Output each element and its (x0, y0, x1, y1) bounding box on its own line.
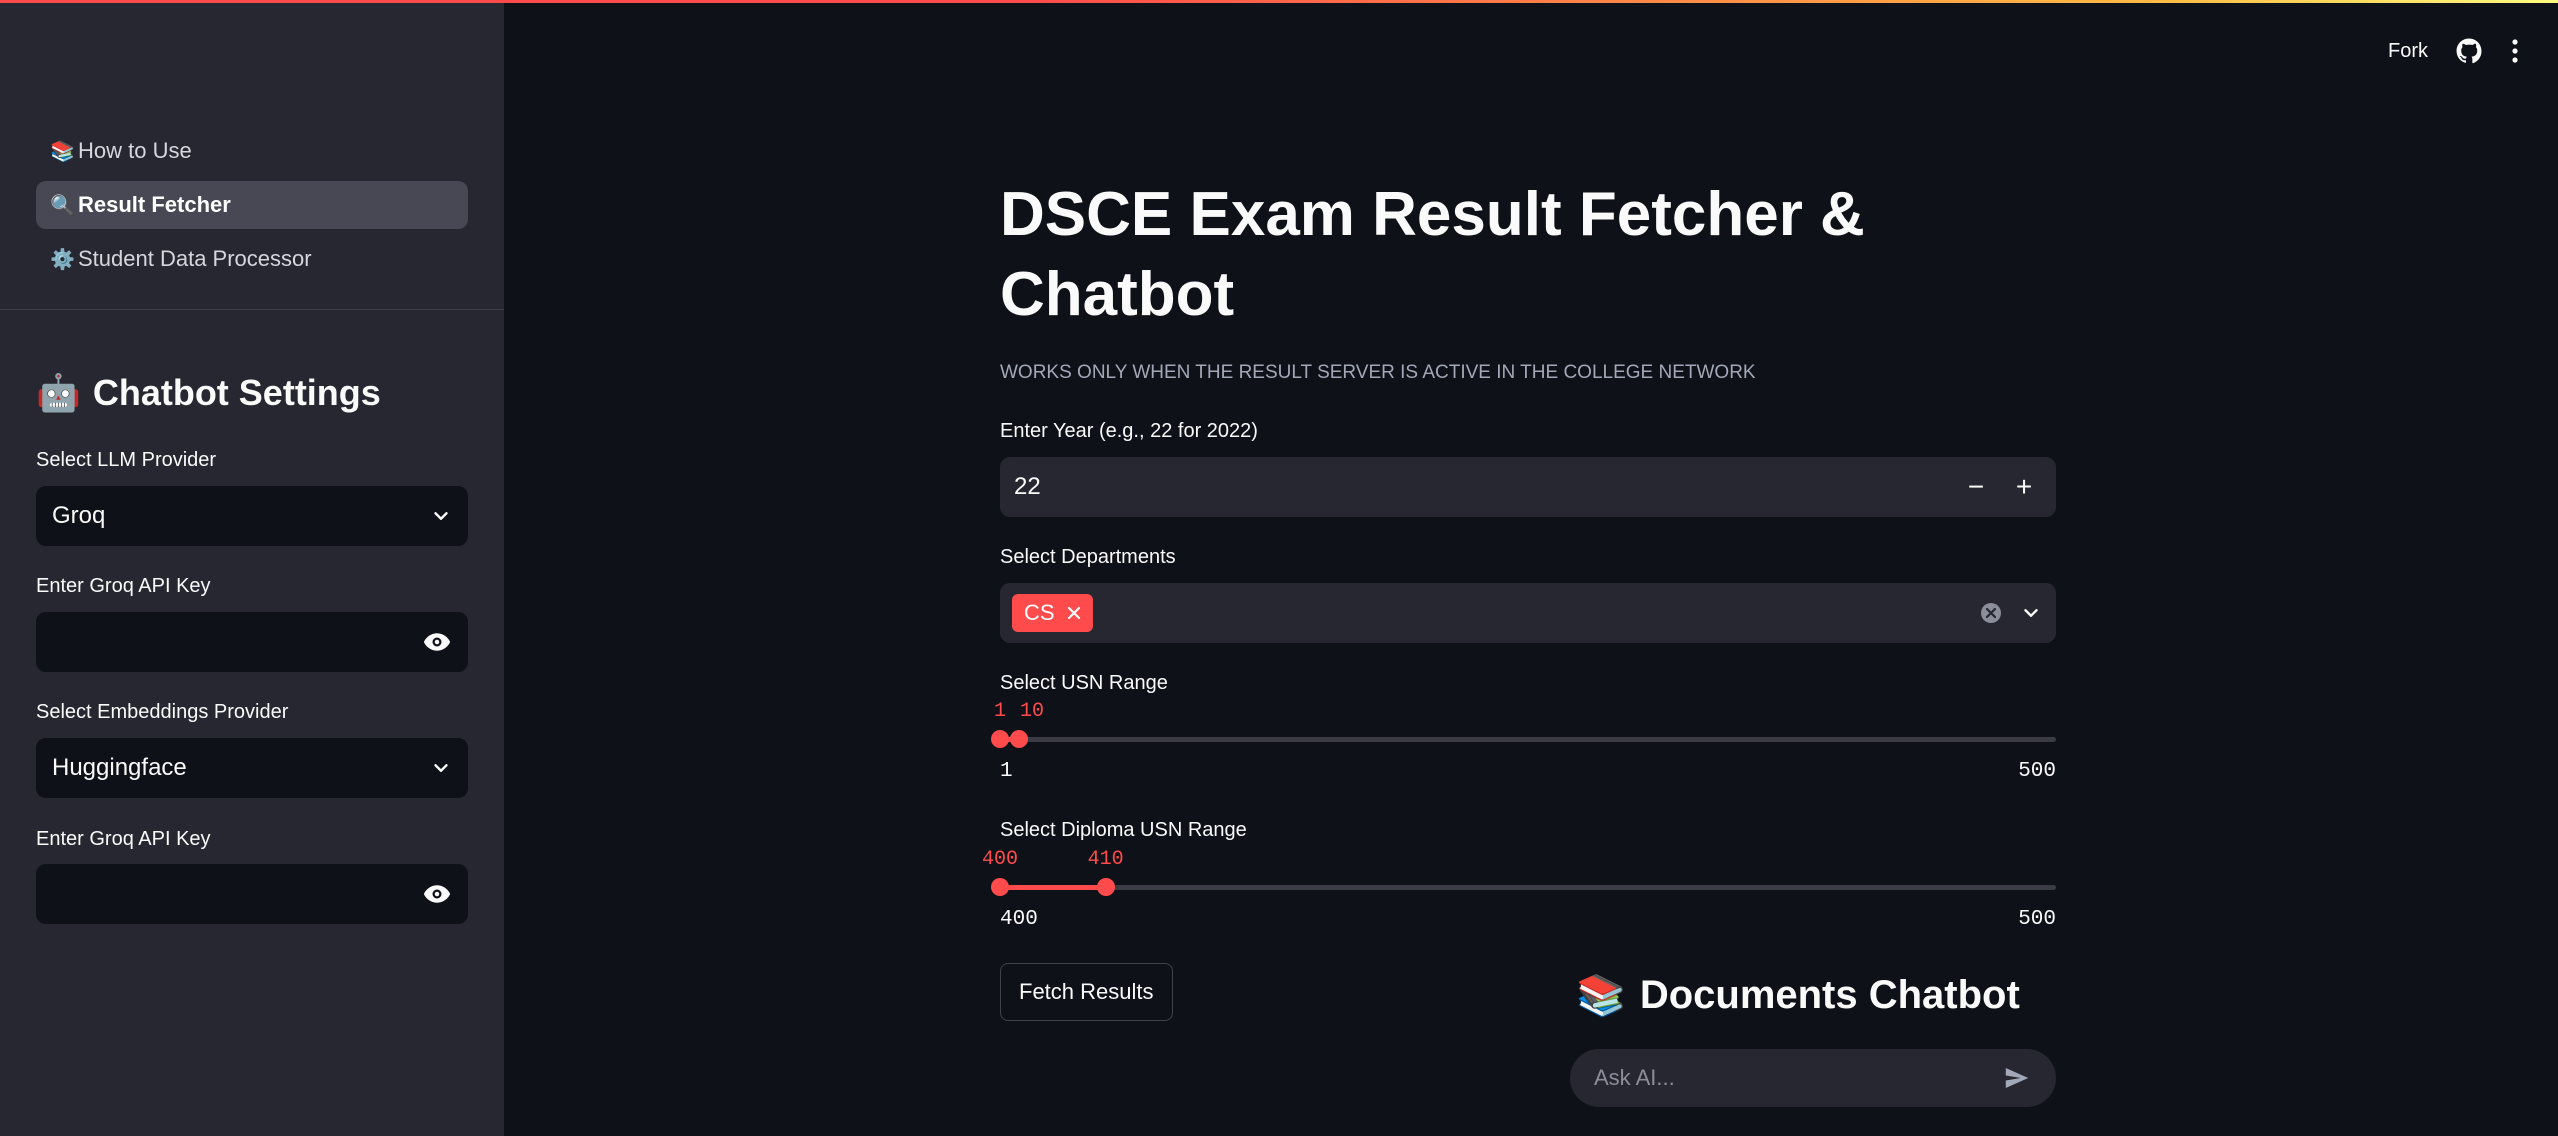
chevron-down-icon[interactable] (2020, 602, 2042, 624)
app-header-actions: Fork (2388, 38, 2520, 64)
page-caption: WORKS ONLY WHEN THE RESULT SERVER IS ACT… (1000, 362, 1756, 383)
usn-range-label: Select USN Range (1000, 672, 1168, 694)
departments-label: Select Departments (1000, 546, 1176, 568)
departments-multiselect[interactable]: CS (1000, 583, 2056, 643)
gear-icon: ⚙️ (50, 248, 75, 271)
llm-provider-select[interactable]: Groq (36, 486, 468, 546)
llm-provider-label: Select LLM Provider (36, 449, 217, 471)
embeddings-provider-select[interactable]: Huggingface (36, 738, 468, 798)
close-icon[interactable] (1067, 606, 1081, 620)
usn-range-high-value: 10 (1020, 700, 1045, 723)
llm-provider-value: Groq (52, 502, 106, 529)
fork-link[interactable]: Fork (2388, 40, 2428, 63)
year-stepper: − + (1952, 457, 2048, 517)
nav-item-label: Result Fetcher (78, 192, 231, 217)
eye-icon[interactable] (422, 627, 452, 657)
slider-thumb-low[interactable] (991, 878, 1009, 896)
chat-input-placeholder: Ask AI... (1594, 1065, 1675, 1090)
magnifier-icon: 🔍 (50, 194, 75, 217)
year-value: 22 (1014, 473, 1041, 500)
slider-min-label: 400 (1000, 908, 1038, 931)
groq-api-key-label: Enter Groq API Key (36, 575, 211, 597)
chat-input[interactable]: Ask AI... (1570, 1049, 2056, 1107)
sidebar-divider (0, 309, 504, 310)
fetch-results-button[interactable]: Fetch Results (1000, 963, 1173, 1021)
embeddings-api-key-input[interactable] (36, 864, 468, 924)
slider-track (1000, 737, 2056, 742)
nav-item-label: Student Data Processor (78, 246, 312, 271)
slider-max-label: 500 (2018, 908, 2056, 931)
github-icon[interactable] (2456, 38, 2482, 64)
multiselect-controls (1980, 583, 2042, 643)
chatbot-settings-title: Chatbot Settings (92, 372, 381, 413)
slider-thumb-high[interactable] (1010, 730, 1029, 748)
diploma-usn-range-slider[interactable]: 400 410 400 500 (982, 848, 2056, 938)
send-icon[interactable] (2002, 1063, 2032, 1093)
main-content: DSCE Exam Result Fetcher & Chatbot WORKS… (982, 0, 2056, 1136)
year-number-input[interactable]: 22 − + (1000, 457, 2056, 517)
slider-max-label: 500 (2018, 760, 2056, 783)
slider-thumb-low[interactable] (991, 730, 1009, 748)
year-label: Enter Year (e.g., 22 for 2022) (1000, 420, 1258, 442)
department-tag-label: CS (1024, 600, 1055, 625)
increment-button[interactable]: + (2000, 457, 2048, 517)
slider-fill (1000, 885, 1106, 890)
nav-item-how-to-use[interactable]: 📚 How to Use (36, 127, 468, 175)
clear-all-icon[interactable] (1980, 602, 2002, 624)
chatbot-settings-heading: 🤖 Chatbot Settings (36, 372, 381, 414)
books-icon: 📚 (50, 140, 75, 163)
diploma-range-high-value: 410 (1087, 848, 1124, 871)
slider-min-label: 1 (1000, 760, 1013, 783)
kebab-menu-icon[interactable] (2510, 38, 2520, 64)
diploma-range-low-value: 400 (982, 848, 1019, 871)
usn-range-slider[interactable]: 1 10 1 500 (991, 700, 2056, 790)
embeddings-provider-value: Huggingface (52, 754, 187, 781)
nav-item-label: How to Use (78, 138, 192, 163)
embeddings-provider-label: Select Embeddings Provider (36, 701, 289, 723)
groq-api-key-input[interactable] (36, 612, 468, 672)
slider-thumb-high[interactable] (1096, 878, 1115, 896)
eye-icon[interactable] (422, 879, 452, 909)
documents-chatbot-heading: 📚 Documents Chatbot (1576, 972, 2020, 1019)
documents-chatbot-title: Documents Chatbot (1639, 973, 2020, 1017)
decrement-button[interactable]: − (1952, 457, 2000, 517)
slider-track (1000, 885, 2056, 890)
usn-range-low-value: 1 (994, 700, 1007, 723)
robot-icon: 🤖 (36, 372, 81, 413)
page-title: DSCE Exam Result Fetcher & Chatbot (1000, 180, 1865, 329)
books-icon: 📚 (1576, 974, 1626, 1018)
sidebar-nav: 📚 How to Use 🔍 Result Fetcher ⚙️ Student… (36, 127, 468, 289)
chevron-down-icon (434, 512, 448, 520)
sidebar: 📚 How to Use 🔍 Result Fetcher ⚙️ Student… (0, 0, 504, 1136)
embeddings-api-key-label: Enter Groq API Key (36, 828, 211, 850)
nav-item-student-data-processor[interactable]: ⚙️ Student Data Processor (36, 235, 468, 283)
chevron-down-icon (434, 764, 448, 772)
nav-item-result-fetcher[interactable]: 🔍 Result Fetcher (36, 181, 468, 229)
diploma-range-label: Select Diploma USN Range (1000, 819, 1247, 841)
department-tag: CS (1012, 594, 1093, 632)
top-decoration-bar (0, 0, 2558, 3)
